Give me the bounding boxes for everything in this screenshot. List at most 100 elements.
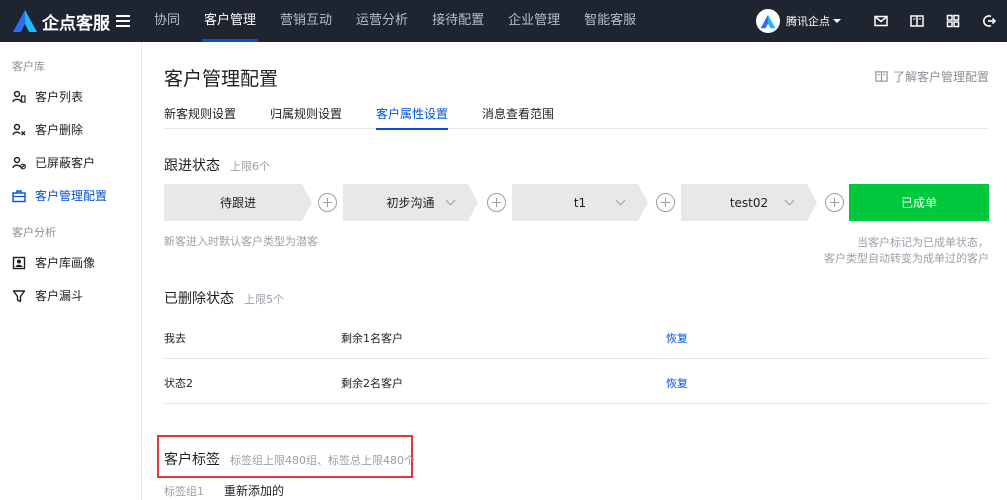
nav-item-operations-analysis[interactable]: 运营分析 (344, 0, 420, 42)
avatar (756, 9, 780, 33)
won-note-line: 客户类型自动转变为成单过的客户 (824, 252, 989, 265)
status-name: 我去 (164, 332, 186, 345)
help-link[interactable]: 了解客户管理配置 (875, 68, 989, 85)
section-heading: 跟进状态 (164, 158, 220, 174)
section-heading: 已删除状态 (164, 291, 234, 307)
sidebar-item-label: 客户漏斗 (35, 289, 84, 303)
add-stage-plus-icon[interactable] (825, 193, 844, 212)
tag-group-row: 标签组1 重新添加的 (164, 482, 284, 499)
restore-link[interactable]: 恢复 (666, 375, 688, 391)
section-heading: 客户标签 (164, 452, 220, 468)
apps-button[interactable] (935, 0, 971, 42)
qidian-logo-icon (13, 10, 37, 32)
sidebar-item-customer-portrait[interactable]: 客户库画像 (0, 246, 141, 279)
portrait-icon (12, 256, 26, 269)
section-limit-hint: 标签组上限480组、标签总上限480个 (230, 454, 415, 467)
restore-link[interactable]: 恢复 (666, 330, 688, 346)
tab-new-customer-rules[interactable]: 新客规则设置 (164, 104, 236, 129)
chevron-down-icon (446, 196, 456, 206)
user-remove-icon (12, 123, 26, 135)
help-link-label: 了解客户管理配置 (892, 70, 989, 84)
brand[interactable]: 企点客服 (0, 0, 142, 42)
tag-group-label: 标签组1 (164, 485, 204, 498)
sidebar-item-label: 客户列表 (35, 90, 84, 104)
deleted-status-table: 我去 剩余1名客户 恢复 状态2 剩余2名客户 恢复 (164, 314, 989, 404)
tag-group-value[interactable]: 重新添加的 (224, 484, 284, 498)
user-blocked-icon (12, 156, 26, 169)
sidebar-group-title: 客户库 (12, 60, 45, 73)
sidebar-item-customer-list[interactable]: 客户列表 (0, 80, 141, 113)
remaining-count: 剩余1名客户 (341, 332, 403, 345)
sidebar-item-customer-config[interactable]: 客户管理配置 (0, 179, 141, 212)
stage-label: test02 (729, 195, 769, 210)
sidebar-item-blocked-customers[interactable]: 已屏蔽客户 (0, 146, 141, 179)
tab-message-view-scope[interactable]: 消息查看范围 (482, 104, 554, 129)
stage-label: 初步沟通 (386, 196, 435, 210)
add-stage-plus-icon[interactable] (656, 193, 675, 212)
won-note: 当客户标记为已成单状态， 客户类型自动转变为成单过的客户 (824, 235, 989, 267)
sidebar: 客户库 客户列表 客户删除 已屏蔽客户 客户管理配置 客户分析 客户库画像 客户… (0, 42, 142, 500)
remaining-count: 剩余2名客户 (341, 377, 403, 390)
docs-button[interactable] (899, 0, 935, 42)
section-limit-hint: 上限5个 (244, 293, 284, 306)
nav-item-collab[interactable]: 协同 (142, 0, 192, 42)
won-note-line: 当客户标记为已成单状态， (857, 236, 989, 249)
status-name: 状态2 (164, 377, 193, 390)
table-row: 状态2 剩余2名客户 恢复 (164, 359, 989, 404)
table-row: 我去 剩余1名客户 恢复 (164, 314, 989, 359)
add-stage-plus-icon[interactable] (487, 193, 506, 212)
brand-name: 企点客服 (42, 13, 110, 34)
account-name: 腾讯企点 (786, 15, 830, 28)
default-type-note: 新客进入时默认客户类型为潜客 (164, 235, 318, 248)
stage-initial-contact[interactable]: 初步沟通 (343, 184, 478, 221)
stage-pending[interactable]: 待跟进 (164, 184, 312, 221)
logout-button[interactable] (971, 0, 1007, 42)
section-limit-hint: 上限6个 (230, 160, 270, 173)
sidebar-item-label: 已屏蔽客户 (35, 156, 96, 170)
main-nav: 协同 客户管理 营销互动 运营分析 接待配置 企业管理 智能客服 (142, 0, 648, 42)
sidebar-item-label: 客户库画像 (35, 256, 96, 270)
nav-item-customer-management[interactable]: 客户管理 (192, 0, 268, 42)
sidebar-group-title: 客户分析 (12, 226, 56, 239)
deleted-status-title: 已删除状态 上限5个 (164, 288, 284, 308)
follow-stage-row: 待跟进 初步沟通 t1 test02 已成单 (164, 184, 989, 221)
stage-won: 已成单 (849, 184, 989, 221)
top-navbar: 企点客服 协同 客户管理 营销互动 运营分析 接待配置 企业管理 智能客服 腾讯… (0, 0, 1007, 42)
nav-item-marketing[interactable]: 营销互动 (268, 0, 344, 42)
sidebar-item-label: 客户删除 (35, 123, 84, 137)
book-icon (910, 15, 924, 27)
briefcase-icon (12, 189, 26, 202)
customer-tags-title: 客户标签 标签组上限480组、标签总上限480个 (164, 449, 415, 469)
customer-list-icon (12, 90, 26, 103)
stage-t1[interactable]: t1 (512, 184, 648, 221)
mail-button[interactable] (863, 0, 899, 42)
settings-tabs: 新客规则设置 归属规则设置 客户属性设置 消息查看范围 (164, 104, 989, 130)
account-switcher[interactable]: 腾讯企点 (756, 9, 841, 33)
nav-item-smart-service[interactable]: 智能客服 (572, 0, 648, 42)
stage-test02[interactable]: test02 (681, 184, 817, 221)
main-content: 客户管理配置 了解客户管理配置 新客规则设置 归属规则设置 客户属性设置 消息查… (142, 42, 1007, 500)
stage-label: 已成单 (900, 196, 937, 210)
page-title: 客户管理配置 (164, 68, 279, 90)
sidebar-item-customer-delete[interactable]: 客户删除 (0, 113, 141, 146)
hamburger-menu-icon[interactable] (116, 15, 130, 27)
nav-item-reception-config[interactable]: 接待配置 (420, 0, 496, 42)
stage-label: 待跟进 (219, 196, 256, 210)
follow-status-title: 跟进状态 上限6个 (164, 155, 270, 175)
add-stage-plus-icon[interactable] (318, 193, 337, 212)
chevron-down-icon (616, 196, 626, 206)
qidian-logo-icon (760, 14, 776, 28)
book-icon (875, 71, 888, 82)
caret-down-icon (833, 19, 841, 23)
chevron-down-icon (785, 196, 795, 206)
tab-customer-attributes[interactable]: 客户属性设置 (376, 104, 449, 130)
tab-ownership-rules[interactable]: 归属规则设置 (270, 104, 342, 129)
sidebar-item-customer-funnel[interactable]: 客户漏斗 (0, 279, 141, 312)
mail-icon (874, 15, 888, 27)
stage-label: t1 (573, 195, 587, 210)
sidebar-item-label: 客户管理配置 (35, 189, 108, 203)
logout-icon (983, 15, 996, 27)
nav-item-enterprise-management[interactable]: 企业管理 (496, 0, 572, 42)
funnel-icon (12, 289, 26, 302)
grid-icon (946, 14, 960, 28)
